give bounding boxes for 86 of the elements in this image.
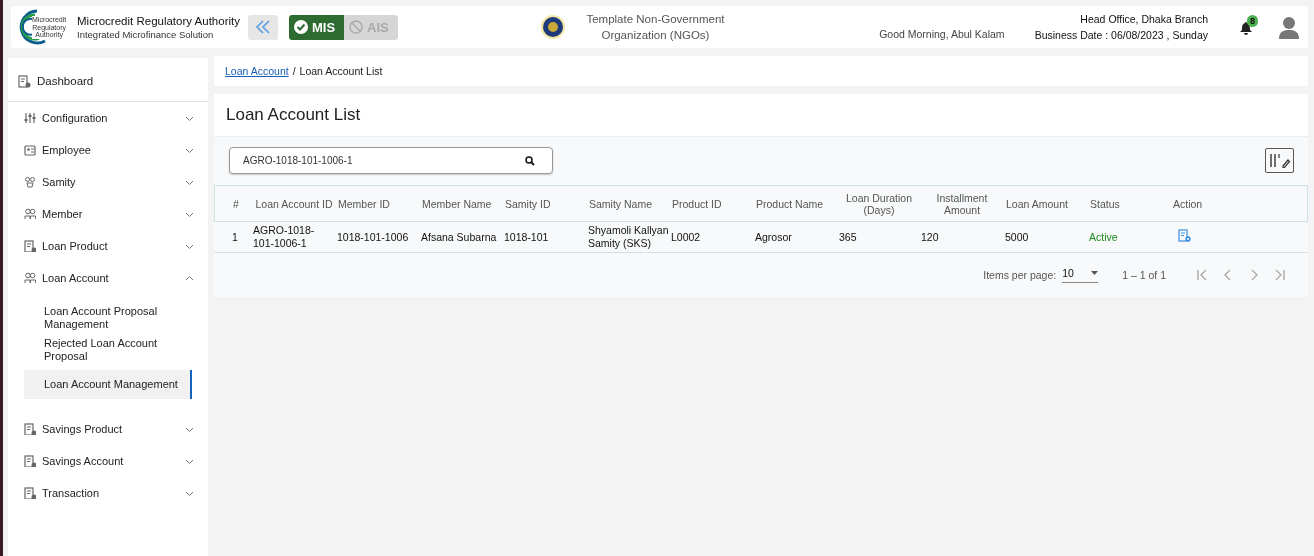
chevron-down-icon — [185, 489, 194, 497]
table-cell-text: 1018-101-1006 — [336, 230, 410, 244]
sidebar-item[interactable]: Samity — [8, 166, 208, 198]
first-page-icon — [1197, 269, 1209, 281]
columns-edit-icon — [1268, 152, 1291, 169]
column-header[interactable]: Action — [1171, 197, 1307, 210]
sidebar-item[interactable]: Savings Product — [8, 413, 208, 445]
column-header[interactable]: Samity ID — [503, 197, 587, 210]
column-header[interactable]: Product Name — [754, 197, 838, 210]
sidebar-item[interactable]: Dashboard — [8, 61, 208, 102]
column-header[interactable]: Status — [1088, 197, 1171, 210]
column-header[interactable]: Loan Account ID — [252, 197, 336, 210]
chevron-down-icon — [185, 114, 194, 122]
chevron-down-icon — [185, 457, 194, 465]
breadcrumb-separator: / — [292, 65, 296, 77]
sidebar-item[interactable]: Member — [8, 198, 208, 230]
column-settings-button[interactable] — [1265, 148, 1294, 173]
business-date: Business Date : 06/08/2023 , Sunday — [1034, 29, 1208, 41]
table-cell-text: 365 — [838, 230, 858, 244]
chevron-up-icon — [185, 274, 194, 282]
double-chevron-icon — [254, 19, 272, 35]
dropdown-icon — [1091, 271, 1099, 275]
table-cell-text: AGRO-1018-101-1006-1 — [252, 224, 316, 250]
organization-name: Microcredit Regulatory Authority — [77, 14, 240, 27]
column-header[interactable]: Loan Duration (Days) — [838, 191, 920, 216]
document-icon — [24, 455, 36, 467]
page-title: Loan Account List — [214, 94, 1308, 137]
submenu-item[interactable]: Rejected Loan Account Proposal — [24, 334, 192, 366]
greeting: Good Morning, Abul Kalam — [879, 28, 1005, 40]
document-icon — [24, 240, 36, 252]
chevron-down-icon — [185, 425, 194, 433]
table-cell-text: Agrosor — [754, 230, 793, 244]
column-header[interactable]: Loan Amount — [1004, 197, 1088, 210]
table-cell-text: 1 — [231, 230, 239, 244]
items-per-page-label: Items per page: — [983, 269, 1057, 281]
status-label: Active — [1088, 230, 1119, 244]
table-cell-text: Shyamoli Kallyan Samity (SKS) — [587, 224, 669, 250]
submenu-item[interactable]: Loan Account Management — [24, 370, 192, 399]
table-cell-text: 1018-101 — [503, 230, 550, 244]
people-icon — [24, 272, 36, 284]
column-header[interactable]: Member Name — [420, 197, 503, 210]
branch-name: Head Office, Dhaka Branch — [1080, 13, 1208, 25]
organization-title: Template Non-Government Organization (NGOs) — [585, 12, 726, 43]
check-icon — [294, 20, 308, 34]
sidebar-item[interactable]: Employee — [8, 134, 208, 166]
people-icon — [24, 208, 36, 220]
seal-icon — [541, 15, 566, 39]
column-header[interactable]: Member ID — [336, 197, 420, 210]
search-field[interactable]: AGRO-1018-101-1006-1 — [229, 147, 553, 174]
document-icon — [18, 74, 31, 88]
column-header[interactable]: Installment Amount — [920, 191, 1004, 216]
chevron-down-icon — [185, 242, 194, 250]
column-header[interactable]: Samity Name — [587, 197, 670, 210]
column-header[interactable]: # — [231, 197, 252, 210]
chevron-down-icon — [185, 210, 194, 218]
module-tab[interactable]: MIS — [289, 14, 345, 40]
chevron-down-icon — [185, 146, 194, 154]
table-cell-text: L0002 — [670, 230, 702, 244]
blocked-icon — [349, 20, 364, 34]
breadcrumb-link[interactable]: Loan Account — [225, 65, 289, 77]
sidebar-item[interactable]: Loan Product — [8, 230, 208, 262]
people-icon — [24, 176, 36, 188]
notification-badge: 8 — [1247, 15, 1258, 27]
sidebar-item[interactable]: Transaction — [8, 477, 208, 509]
organization-tagline: Integrated Microfinance Solution — [77, 28, 215, 40]
id-card-icon — [24, 144, 36, 156]
sidebar-item[interactable]: Configuration — [8, 102, 208, 134]
search-icon — [525, 156, 535, 166]
table-cell-text: 120 — [920, 230, 940, 244]
page-size-select[interactable]: 10 — [1062, 267, 1099, 283]
table-cell-text: Afsana Subarna — [420, 230, 498, 244]
column-header[interactable]: Product ID — [670, 197, 754, 210]
chevron-down-icon — [185, 178, 194, 186]
view-details-icon[interactable] — [1178, 229, 1191, 242]
sidebar-item[interactable]: Savings Account — [8, 445, 208, 477]
sidebar-item[interactable]: Loan Account — [8, 262, 208, 294]
document-icon — [24, 487, 36, 499]
avatar-icon[interactable] — [1278, 15, 1300, 39]
breadcrumb-current: Loan Account List — [299, 65, 383, 77]
document-icon — [24, 423, 36, 435]
sliders-icon — [24, 112, 36, 124]
last-page-icon — [1275, 269, 1287, 281]
table-cell-text: 5000 — [1004, 230, 1030, 244]
collapse-button[interactable] — [248, 14, 278, 40]
page-range: 1 – 1 of 1 — [1122, 269, 1166, 281]
submenu-item[interactable]: Loan Account Proposal Management — [24, 302, 192, 334]
